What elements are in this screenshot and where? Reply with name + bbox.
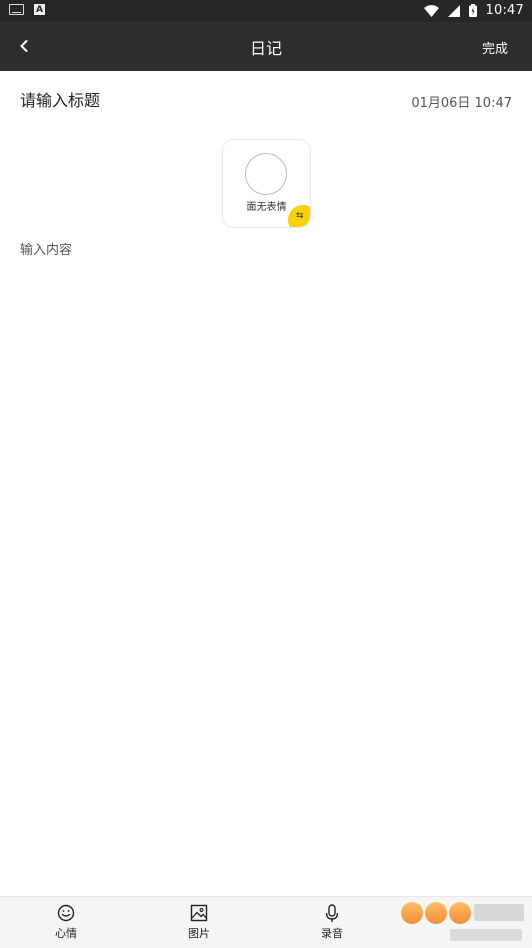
title-input[interactable]	[20, 88, 350, 112]
swap-icon[interactable]: ⇆	[288, 205, 310, 227]
mood-selector[interactable]: 面无表情 ⇆	[222, 139, 311, 228]
page-title: 日记	[249, 39, 282, 58]
image-tool-button[interactable]: 图片	[169, 903, 229, 941]
image-tool-label: 图片	[188, 927, 210, 940]
mood-tool-label: 心情	[55, 927, 77, 940]
title-row: 01月06日 10:47	[20, 88, 512, 112]
mood-tool-button[interactable]: 心情	[36, 903, 96, 941]
keyboard-icon	[9, 4, 24, 15]
bottom-toolbar: 心情 图片 录音	[0, 896, 532, 948]
done-button[interactable]: 完成	[482, 38, 508, 57]
content-input[interactable]	[20, 239, 512, 859]
app-bar: 日记 完成	[0, 22, 532, 71]
record-tool-button[interactable]: 录音	[302, 903, 362, 941]
smiley-icon	[57, 904, 75, 922]
microphone-icon	[325, 903, 339, 922]
mood-face-icon	[245, 153, 287, 195]
wifi-icon	[423, 4, 439, 17]
font-icon: A	[34, 4, 45, 15]
status-bar: A 10:47	[0, 0, 532, 22]
entry-datetime: 01月06日 10:47	[411, 96, 512, 111]
battery-icon	[468, 4, 477, 17]
record-tool-label: 录音	[321, 927, 343, 940]
status-time: 10:47	[485, 3, 524, 18]
image-icon	[190, 904, 208, 922]
signal-icon	[447, 4, 460, 17]
